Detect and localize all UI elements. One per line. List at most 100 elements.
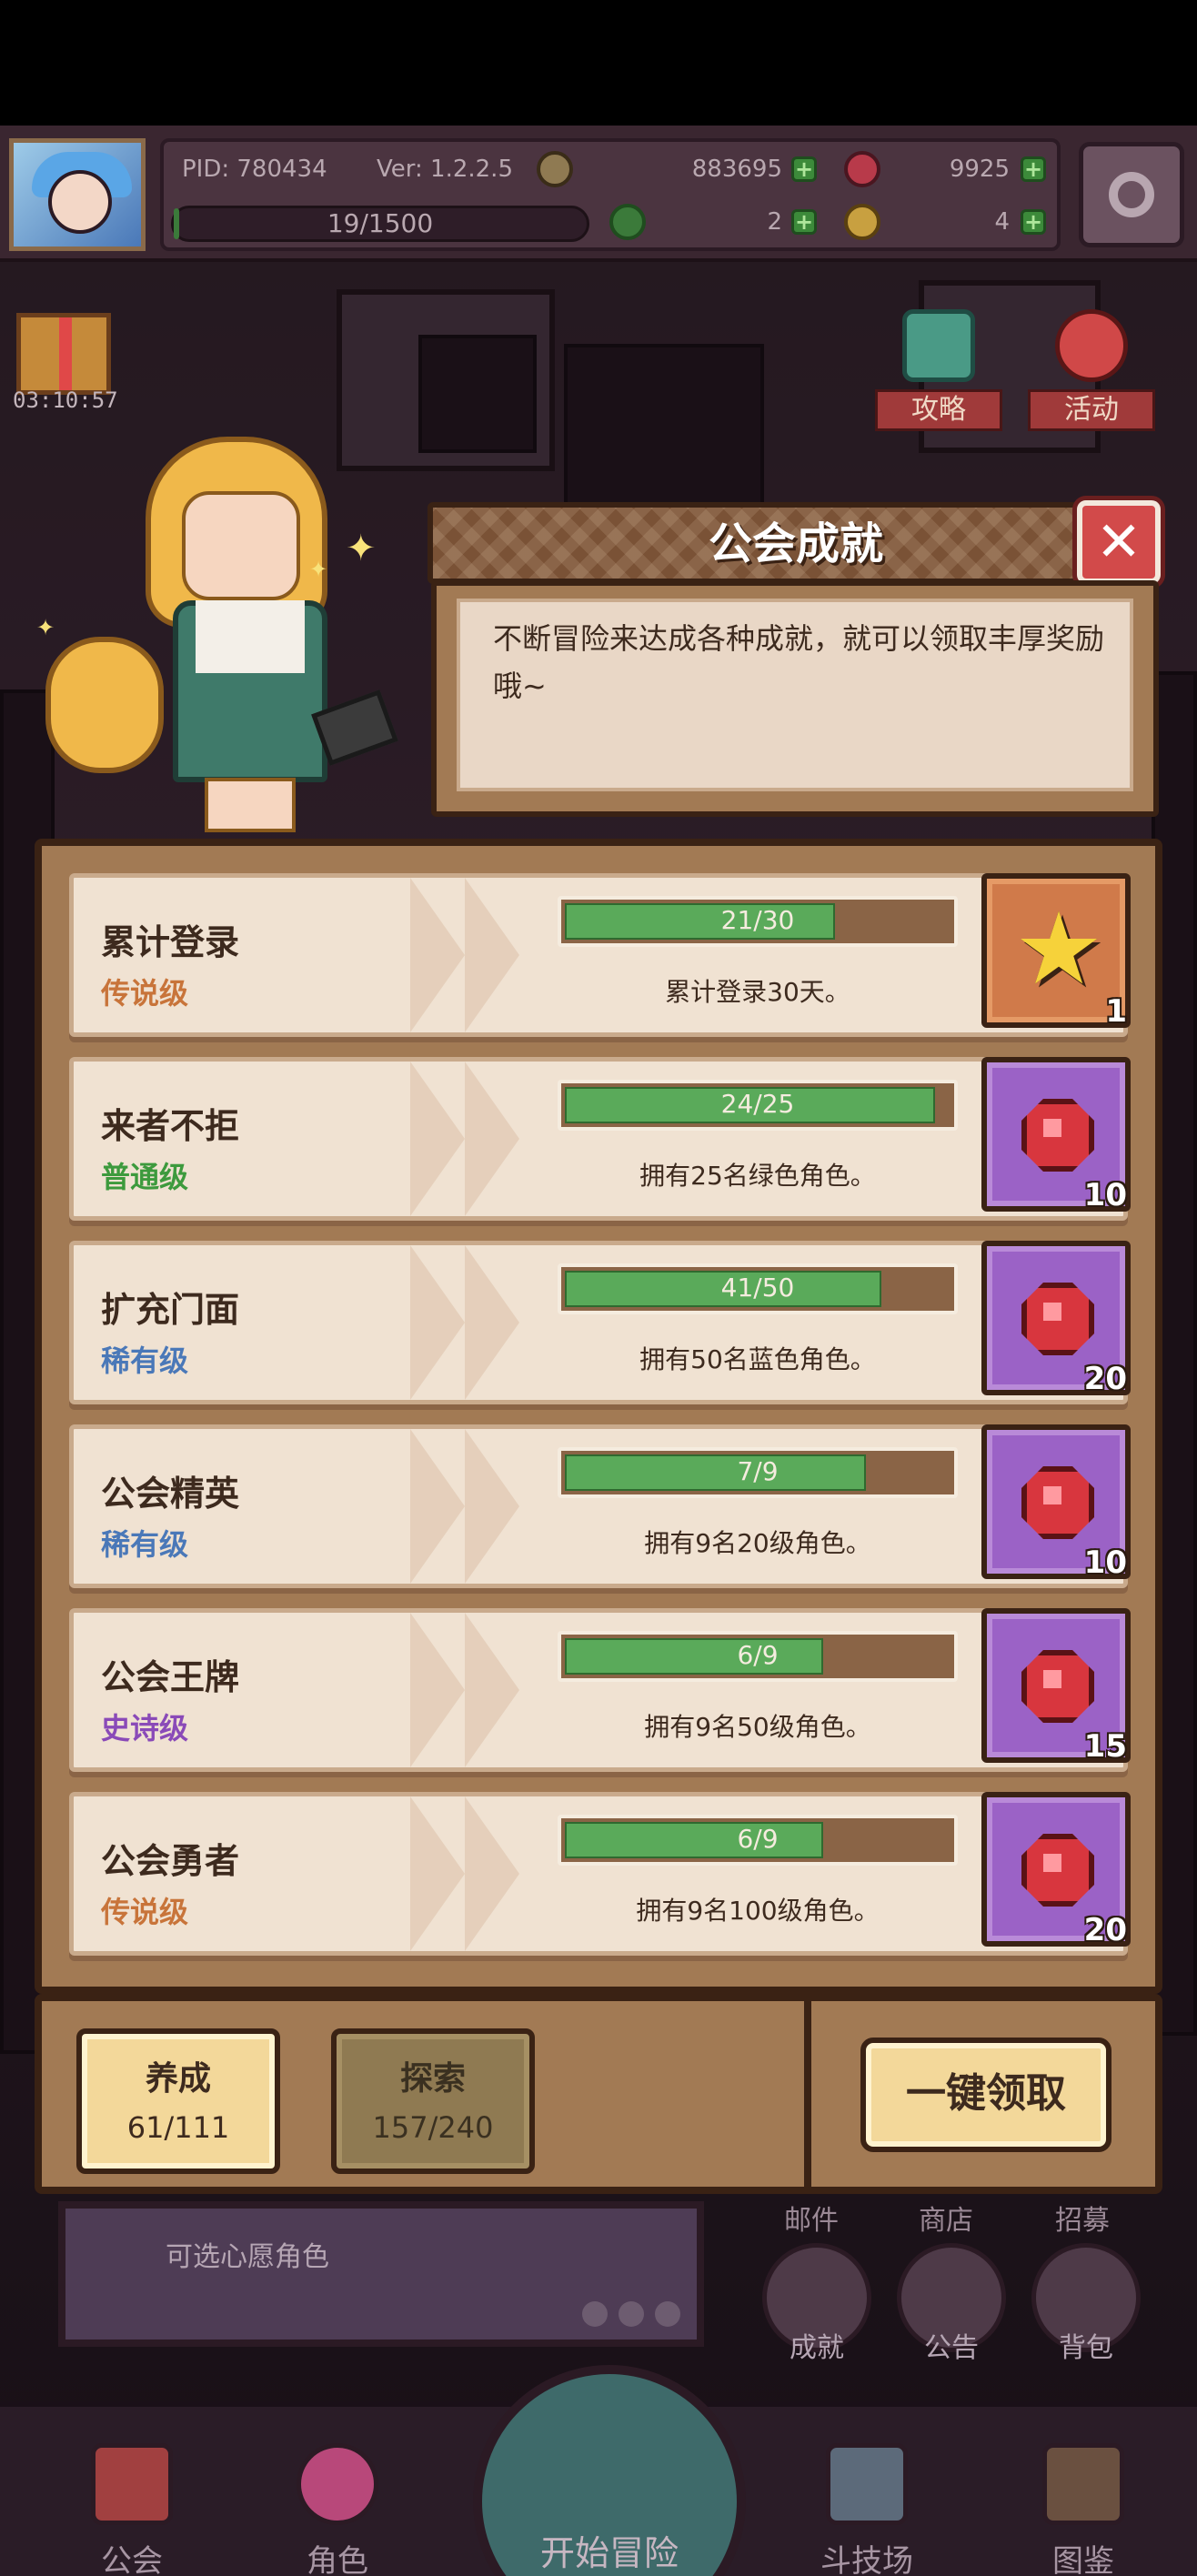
chevron-decoration [410,878,465,1032]
status-bar-area [0,0,1197,126]
achievement-row[interactable]: 扩充门面稀有级 41/50 拥有50名蓝色角色。 20 [69,1241,1131,1404]
gift-box-icon[interactable] [16,313,111,395]
start-adventure-button[interactable]: 开始冒险 [473,2365,746,2576]
recruit-label: 招募 [1055,2205,1110,2237]
achievement-name: 公会勇者 [101,1841,240,1881]
achievement-row[interactable]: 累计登录 传说级 21/30 累计登录30天。 ★ 1 [69,873,1131,1037]
reward-slot[interactable]: ★ 1 [981,873,1131,1030]
star-icon: ★ [1013,891,1104,1007]
guide-label: 攻略 [875,389,1002,431]
chevron-decoration [465,1796,519,1951]
chevron-decoration [465,878,519,1032]
guide-button[interactable]: 攻略 [875,309,1002,437]
achievement-name: 扩充门面 [101,1290,240,1330]
nav-arena[interactable]: 斗技场 [790,2425,944,2576]
ruby-gem-icon [1021,1650,1094,1723]
achievement-name: 公会王牌 [101,1657,240,1697]
tab-training[interactable]: 养成 61/111 [76,2028,280,2174]
start-adventure-label: 开始冒险 [539,2533,679,2573]
progress-label: 6/9 [737,1640,779,1670]
chevron-decoration [410,1245,465,1400]
chevron-decoration [410,1613,465,1767]
footer-divider [804,2001,811,2187]
add-clover-button[interactable]: + [791,209,817,235]
achievement-rarity: 稀有级 [101,1343,189,1378]
event-label: 活动 [1028,389,1155,431]
wish-banner-text: 可选心愿角色 [166,2241,329,2273]
reward-slot[interactable]: 20 [981,1792,1131,1948]
ruby-gem-icon [844,151,880,187]
achievement-description: 累计登录30天。 [665,977,850,1007]
player-avatar[interactable] [9,138,146,251]
tab-exploration-count: 157/240 [372,2110,494,2145]
sparkle-icon: ✦ [346,528,377,569]
progress-label: 7/9 [737,1456,779,1486]
key-count: 4 [994,208,1010,236]
reward-slot[interactable]: 10 [981,1057,1131,1213]
reward-slot[interactable]: 10 [981,1424,1131,1581]
achievement-description: 拥有9名20级角色。 [644,1528,871,1558]
progress-bar: 24/25 [558,1080,958,1131]
stamina-label: 19/1500 [327,208,434,238]
nav-characters[interactable]: 角色 [260,2425,415,2576]
version-label: Ver: 1.2.2.5 [377,156,513,183]
achievement-description: 拥有50名蓝色角色。 [639,1344,876,1374]
balloon-icon [1055,309,1128,382]
reward-count: 20 [1083,1361,1127,1397]
achievement-row[interactable]: 公会勇者 传说级 6/9 拥有9名100级角色。 20 [69,1792,1131,1956]
progress-label: 41/50 [720,1273,795,1303]
shop-label: 商店 [919,2205,973,2237]
achievement-footer: 养成 61/111 探索 157/240 一键领取 [35,1994,1162,2194]
ruby-gem-icon [1021,1834,1094,1907]
add-gem-button[interactable]: + [1021,156,1046,182]
chevron-decoration [410,1429,465,1584]
settings-button[interactable] [1079,142,1184,247]
nav-guild[interactable]: 公会 [55,2425,209,2576]
nav-characters-label: 角色 [307,2543,368,2576]
gold-coin-icon [537,151,573,187]
dialog-title: 公会成就 [708,518,883,569]
ruby-gem-icon [1021,1283,1094,1355]
banner-pagination [582,2301,700,2329]
reward-count: 10 [1083,1177,1127,1213]
chevron-decoration [410,1062,465,1216]
guild-receptionist-character [36,428,398,846]
mail-label: 邮件 [784,2205,839,2237]
character-face-icon [297,2443,378,2525]
add-gold-button[interactable]: + [791,156,817,182]
backpack-label: 背包 [1059,2332,1113,2364]
chevron-decoration [465,1429,519,1584]
reward-count: 20 [1083,1912,1127,1948]
reward-slot[interactable]: 20 [981,1241,1131,1397]
achievement-row[interactable]: 公会精英 稀有级 7/9 拥有9名20级角色。 10 [69,1424,1131,1588]
player-id: PID: 780434 [182,156,327,183]
key-icon [844,204,880,240]
chevron-decoration [465,1613,519,1767]
top-hud: PID: 780434 Ver: 1.2.2.5 883695 + 9925 +… [0,126,1197,262]
achievement-description: 拥有9名50级角色。 [644,1712,871,1742]
reward-slot[interactable]: 15 [981,1608,1131,1765]
close-button[interactable]: ✕ [1077,500,1161,584]
reward-count: 10 [1083,1545,1127,1581]
nav-guild-label: 公会 [101,2543,163,2576]
sparkle-icon: ✦ [309,557,328,582]
ruby-gem-icon [1021,1466,1094,1539]
reward-count: 15 [1083,1728,1127,1765]
add-key-button[interactable]: + [1021,209,1046,235]
event-button[interactable]: 活动 [1028,309,1155,437]
codex-book-icon [1042,2443,1124,2525]
tab-exploration[interactable]: 探索 157/240 [331,2028,535,2174]
achievement-rarity: 传说级 [101,1895,189,1929]
clover-icon [609,204,646,240]
tab-exploration-label: 探索 [399,2060,466,2098]
achievement-list[interactable]: 累计登录 传说级 21/30 累计登录30天。 ★ 1 来者不拒 普通级 24/25 拥有25名绿… [69,873,1131,1956]
progress-bar: 41/50 [558,1263,958,1314]
dialog-title-bar: 公会成就 [428,502,1164,584]
achievement-rarity: 稀有级 [101,1527,189,1562]
achievement-row[interactable]: 来者不拒 普通级 24/25 拥有25名绿色角色。 10 [69,1057,1131,1221]
achievement-row[interactable]: 公会王牌 史诗级 6/9 拥有9名50级角色。 15 [69,1608,1131,1772]
claim-all-button[interactable]: 一键领取 [860,2038,1112,2152]
guild-house-icon [91,2443,173,2525]
progress-bar: 6/9 [558,1631,958,1682]
nav-codex[interactable]: 图鉴 [1006,2425,1161,2576]
